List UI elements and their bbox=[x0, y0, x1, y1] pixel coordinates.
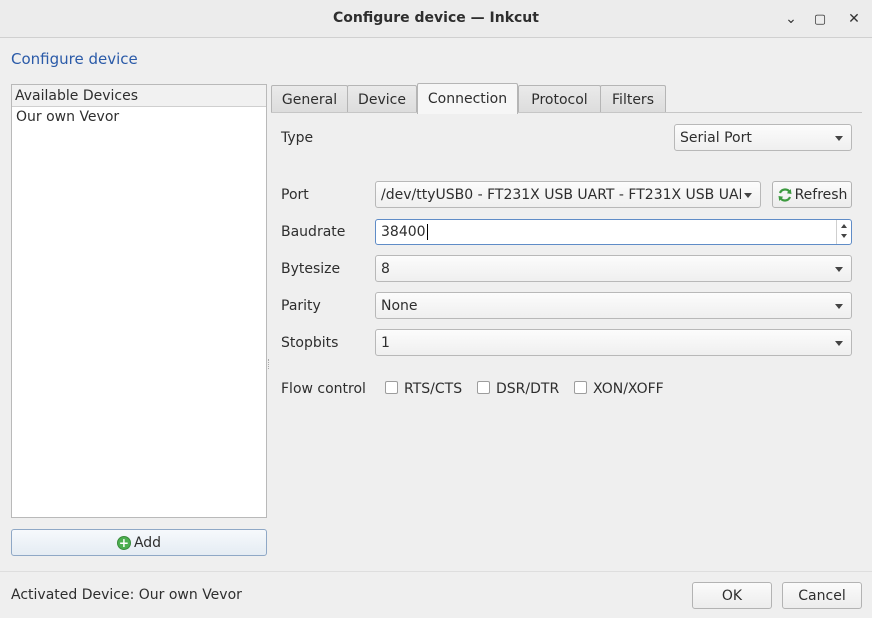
add-button-label: Add bbox=[133, 534, 162, 551]
tab-protocol[interactable]: Protocol bbox=[518, 85, 601, 113]
bytesize-label: Bytesize bbox=[281, 261, 341, 277]
chevron-down-icon bbox=[835, 135, 843, 141]
device-list-item[interactable]: Our own Vevor bbox=[12, 107, 266, 128]
baudrate-label: Baudrate bbox=[281, 224, 346, 240]
parity-select[interactable]: None bbox=[375, 292, 852, 319]
baudrate-spinbox[interactable]: 38400 bbox=[375, 219, 852, 245]
tab-protocol-label: Protocol bbox=[531, 91, 588, 108]
activated-device-status: Activated Device: Our own Vevor bbox=[11, 587, 242, 603]
dialog-body: Configure device Available Devices Our o… bbox=[0, 39, 872, 571]
tab-filters[interactable]: Filters bbox=[600, 85, 666, 113]
ok-button[interactable]: OK bbox=[692, 582, 772, 609]
baudrate-value: 38400 bbox=[381, 224, 426, 240]
add-device-button[interactable]: + Add bbox=[11, 529, 267, 556]
plus-circle-icon: + bbox=[116, 535, 131, 550]
text-caret bbox=[426, 224, 428, 240]
window-title: Configure device — Inkcut bbox=[333, 10, 539, 26]
port-select[interactable]: /dev/ttyUSB0 - FT231X USB UART - FT231X … bbox=[375, 181, 761, 208]
maximize-icon[interactable]: ▢ bbox=[810, 9, 830, 29]
parity-value: None bbox=[381, 297, 418, 314]
tab-general[interactable]: General bbox=[271, 85, 348, 113]
dialog-footer: Activated Device: Our own Vevor OK Cance… bbox=[0, 571, 872, 618]
bytesize-value: 8 bbox=[381, 260, 390, 277]
chevron-down-icon bbox=[835, 303, 843, 309]
xon-xoff-label[interactable]: XON/XOFF bbox=[593, 381, 664, 397]
stopbits-select[interactable]: 1 bbox=[375, 329, 852, 356]
bytesize-select[interactable]: 8 bbox=[375, 255, 852, 282]
splitter-handle[interactable] bbox=[268, 359, 270, 369]
dsr-dtr-checkbox[interactable] bbox=[477, 381, 490, 394]
device-list[interactable]: Available Devices Our own Vevor bbox=[11, 84, 267, 518]
tab-connection[interactable]: Connection bbox=[417, 83, 518, 114]
tab-device[interactable]: Device bbox=[347, 85, 417, 113]
tab-connection-label: Connection bbox=[427, 91, 508, 107]
chevron-down-icon bbox=[744, 192, 752, 198]
refresh-label: Refresh bbox=[794, 186, 848, 203]
chevron-down-icon bbox=[835, 266, 843, 272]
refresh-icon bbox=[778, 187, 792, 202]
spin-buttons[interactable] bbox=[836, 220, 851, 244]
refresh-button[interactable]: Refresh bbox=[772, 181, 852, 208]
ok-button-label: OK bbox=[721, 587, 743, 604]
spin-up-icon[interactable] bbox=[841, 224, 847, 228]
title-bar: Configure device — Inkcut ⌄ ▢ ✕ bbox=[0, 0, 872, 38]
spin-down-icon[interactable] bbox=[841, 234, 847, 238]
port-value: /dev/ttyUSB0 - FT231X USB UART - FT231X … bbox=[381, 186, 741, 203]
tab-general-label: General bbox=[281, 91, 338, 108]
dialog-heading: Configure device bbox=[11, 50, 138, 68]
type-label: Type bbox=[281, 130, 314, 146]
rts-cts-label[interactable]: RTS/CTS bbox=[404, 381, 462, 397]
rts-cts-checkbox[interactable] bbox=[385, 381, 398, 394]
chevron-down-icon bbox=[835, 340, 843, 346]
type-select[interactable]: Serial Port bbox=[674, 124, 852, 151]
minimize-icon[interactable]: ⌄ bbox=[781, 9, 801, 29]
tab-pane-border bbox=[271, 112, 862, 113]
parity-label: Parity bbox=[281, 298, 321, 314]
stopbits-value: 1 bbox=[381, 334, 390, 351]
dsr-dtr-label[interactable]: DSR/DTR bbox=[496, 381, 559, 397]
xon-xoff-checkbox[interactable] bbox=[574, 381, 587, 394]
flow-control-label: Flow control bbox=[281, 381, 366, 397]
device-list-header: Available Devices bbox=[12, 85, 266, 107]
port-label: Port bbox=[281, 187, 309, 203]
close-icon[interactable]: ✕ bbox=[844, 9, 864, 29]
cancel-button-label: Cancel bbox=[798, 587, 846, 604]
tab-filters-label: Filters bbox=[612, 91, 654, 108]
type-value: Serial Port bbox=[680, 129, 752, 146]
stopbits-label: Stopbits bbox=[281, 335, 339, 351]
cancel-button[interactable]: Cancel bbox=[782, 582, 862, 609]
tab-device-label: Device bbox=[358, 91, 406, 108]
